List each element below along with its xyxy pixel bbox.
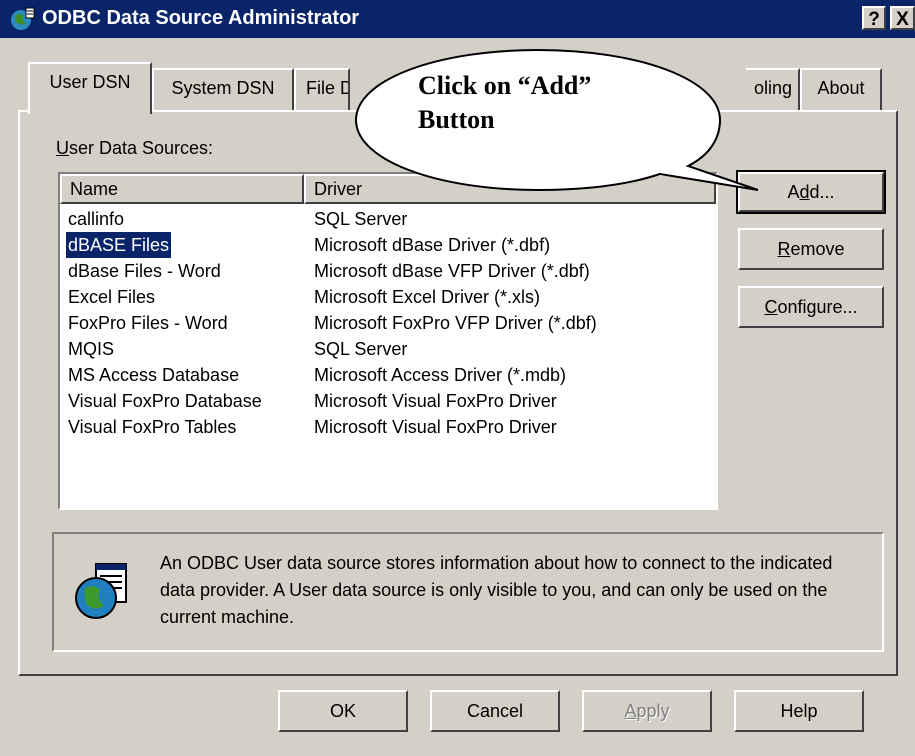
list-item[interactable]: FoxPro Files - Word Microsoft FoxPro VFP …	[60, 310, 716, 336]
callout-line1: Click on “Add”	[418, 71, 592, 100]
list-rows: callinfo SQL Server dBASE Files Microsoft d…	[60, 206, 716, 506]
data-sources-list[interactable]: Name Driver callinfo SQL Server dBASE File…	[58, 172, 718, 510]
list-item-driver: Microsoft dBase Driver (*.dbf)	[314, 235, 551, 255]
list-item-driver: SQL Server	[314, 339, 408, 359]
info-text: An ODBC User data source stores informat…	[160, 553, 833, 627]
ok-button[interactable]: OK	[278, 690, 408, 732]
list-item-name: MQIS	[68, 339, 115, 359]
list-item-driver: Microsoft Access Driver (*.mdb)	[314, 365, 567, 385]
user-data-sources-label: User Data Sources:	[56, 138, 214, 158]
add-button-label: Add...	[787, 182, 835, 202]
list-item-name: MS Access Database	[68, 365, 240, 385]
tab-system-dsn[interactable]: System DSN	[152, 68, 294, 110]
info-box: An ODBC User data source stores informat…	[52, 532, 884, 652]
globe-document-icon	[75, 563, 127, 619]
apply-button: Apply	[582, 690, 712, 732]
list-item[interactable]: dBase Files - Word Microsoft dBase VFP Dr…	[60, 258, 716, 284]
list-item-name: FoxPro Files - Word	[68, 313, 228, 333]
list-item-driver: Microsoft FoxPro VFP Driver (*.dbf)	[314, 313, 597, 333]
list-item[interactable]: callinfo SQL Server	[60, 206, 716, 232]
list-item[interactable]: MS Access Database Microsoft Access Drive…	[60, 362, 716, 388]
window-title: ODBC Data Source Administrator	[42, 7, 360, 29]
list-item[interactable]: dBASE Files Microsoft dBase Driver (*.dbf…	[60, 231, 716, 259]
list-item-name: dBase Files - Word	[68, 261, 221, 281]
list-item-driver: Microsoft Excel Driver (*.xls)	[314, 287, 541, 307]
cancel-button[interactable]: Cancel	[430, 690, 560, 732]
list-item-name: Excel Files	[68, 287, 156, 307]
help-title-button[interactable]: ?	[862, 6, 886, 30]
user-data-sources-label-rest: ser Data Sources:	[69, 138, 214, 158]
list-item[interactable]: Visual FoxPro Database Microsoft Visual F…	[60, 388, 716, 414]
odbc-app-icon	[11, 7, 35, 30]
close-title-button[interactable]: X	[890, 6, 915, 30]
help-button[interactable]: Help	[734, 690, 864, 732]
list-item[interactable]: Visual FoxPro Tables Microsoft Visual Fox…	[60, 414, 716, 440]
list-item[interactable]: MQIS SQL Server	[60, 336, 716, 362]
list-item[interactable]: Excel Files Microsoft Excel Driver (*.xls…	[60, 284, 716, 310]
callout-bubble	[354, 48, 759, 192]
configure-button-label: Configure...	[764, 297, 858, 317]
callout-line2: Button	[418, 105, 495, 134]
list-item-name: dBASE Files	[64, 231, 173, 259]
list-item-name: callinfo	[68, 209, 125, 229]
tab-user-dsn[interactable]: User DSN	[28, 62, 152, 114]
list-item-name: Visual FoxPro Tables	[68, 417, 237, 437]
list-item-driver: Microsoft dBase VFP Driver (*.dbf)	[314, 261, 590, 281]
list-item-driver: Microsoft Visual FoxPro Driver	[314, 391, 557, 411]
remove-button[interactable]: Remove	[738, 228, 884, 270]
tab-about[interactable]: About	[800, 68, 882, 110]
apply-button-label: Apply	[624, 701, 670, 721]
column-header-name[interactable]: Name	[60, 174, 304, 204]
list-item-driver: Microsoft Visual FoxPro Driver	[314, 417, 557, 437]
list-item-name: Visual FoxPro Database	[68, 391, 262, 411]
list-item-driver: SQL Server	[314, 209, 408, 229]
title-bar: ODBC Data Source Administrator ? X	[0, 0, 915, 38]
configure-button[interactable]: Configure...	[738, 286, 884, 328]
remove-button-label: Remove	[777, 239, 845, 259]
